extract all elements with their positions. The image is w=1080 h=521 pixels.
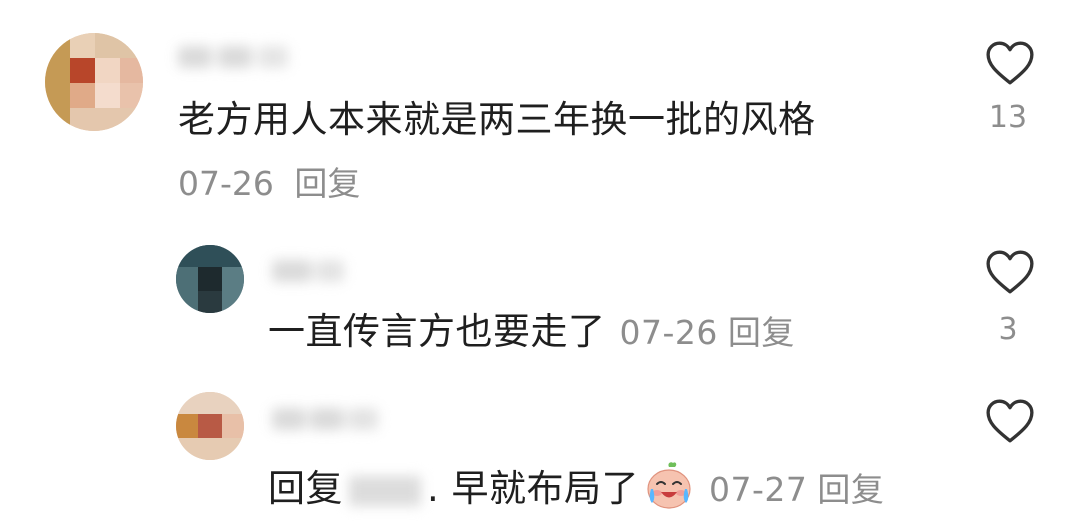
comment-meta: 07-26 回复 xyxy=(178,164,360,204)
comment-date: 07-26 xyxy=(178,164,274,203)
reply-text-line: 一直传言方也要走了 07-26 回复 xyxy=(268,310,795,355)
heart-outline-icon[interactable] xyxy=(985,249,1035,295)
reply-button[interactable]: 回复 xyxy=(728,313,795,352)
like-count: 13 xyxy=(988,100,1028,135)
reply-date: 07-26 xyxy=(619,313,718,352)
username-blurred[interactable] xyxy=(272,398,382,438)
username-blurred[interactable] xyxy=(272,250,347,290)
reply-prefix[interactable]: 回复 xyxy=(268,467,343,510)
reply-button[interactable]: 回复 xyxy=(294,164,360,203)
avatar[interactable] xyxy=(176,392,244,460)
comment-thread: 老方用人本来就是两三年换一批的风格 07-26 回复 13 一直传言方也要走了 0… xyxy=(0,0,1080,521)
reply-button[interactable]: 回复 xyxy=(817,470,884,509)
reply-text: . 早就布局了 xyxy=(427,467,640,510)
reply-text: 一直传言方也要走了 xyxy=(268,310,606,353)
like-count: 3 xyxy=(998,312,1018,347)
comment-text: 老方用人本来就是两三年换一批的风格 xyxy=(178,98,816,141)
heart-outline-icon[interactable] xyxy=(985,398,1035,444)
heart-outline-icon[interactable] xyxy=(985,40,1035,86)
avatar[interactable] xyxy=(176,245,244,313)
reply-text-line: 回复. 早就布局了 07-27 回复 xyxy=(268,459,884,512)
avatar[interactable] xyxy=(45,33,143,131)
reply-date: 07-27 xyxy=(709,470,808,509)
crying-laughing-peach-emoji xyxy=(647,462,691,509)
username-blurred[interactable] xyxy=(178,36,293,76)
mention-blurred[interactable] xyxy=(349,475,421,506)
